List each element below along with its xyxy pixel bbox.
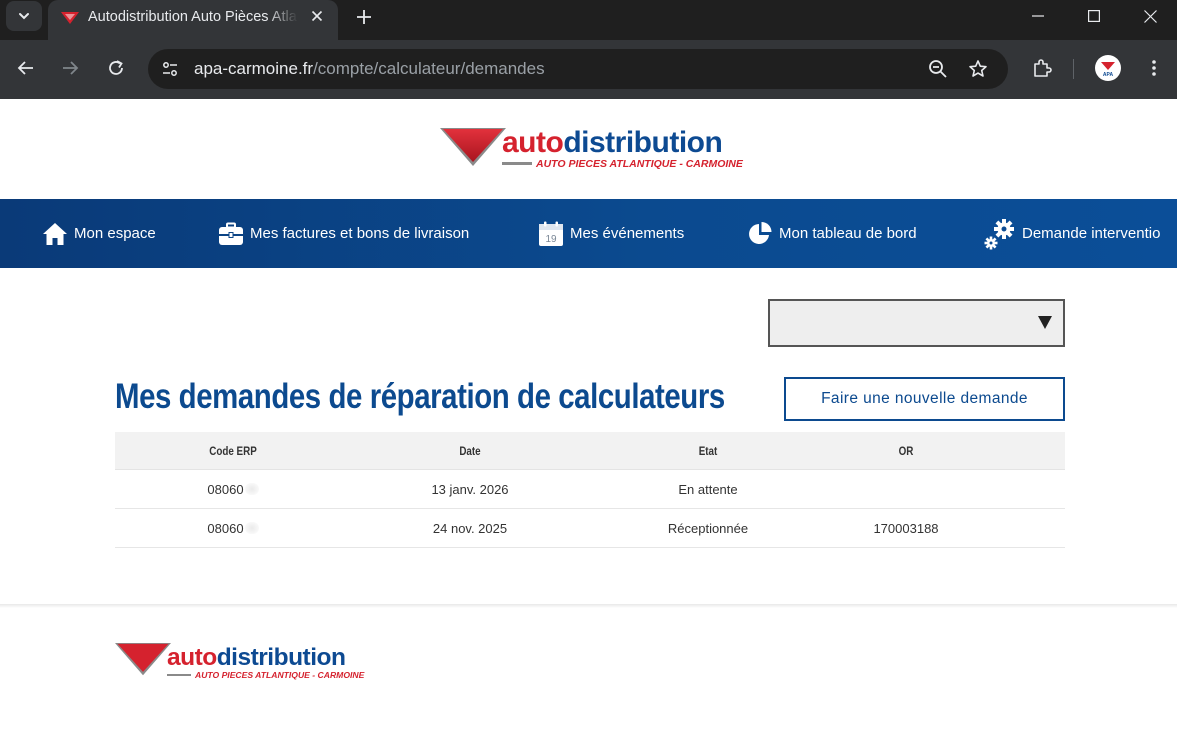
cell-or bbox=[827, 470, 985, 508]
table-row[interactable]: 08060 13 janv. 2026 En attente bbox=[115, 470, 1065, 509]
browser-toolbar: apa-carmoine.fr/compte/calculateur/deman… bbox=[0, 40, 1177, 99]
logo-auto-text: auto bbox=[502, 126, 564, 159]
logo-tagline: AUTO PIECES ATLANTIQUE - CARMOINE bbox=[536, 158, 743, 170]
reload-icon bbox=[109, 60, 123, 75]
extensions-button[interactable] bbox=[1029, 55, 1055, 81]
site-info-button[interactable] bbox=[156, 55, 184, 83]
logo-distribution-text: distribution bbox=[563, 126, 723, 159]
header-date[interactable]: Date bbox=[372, 432, 567, 469]
browser-menu-button[interactable] bbox=[1141, 55, 1167, 81]
nav-label-tableau-de-bord: Mon tableau de bord bbox=[779, 224, 917, 242]
requests-table: Code ERP Date Etat OR 08060 13 janv. 202… bbox=[115, 432, 1065, 548]
footer-logo[interactable]: autodistribution AUTO PIECES ATLANTIQUE … bbox=[115, 641, 375, 683]
logo-underline bbox=[502, 162, 532, 165]
arrow-left-icon bbox=[17, 61, 33, 75]
footer-divider bbox=[0, 604, 1177, 608]
code-erp-value: 08060 bbox=[207, 481, 244, 497]
redacted-blur bbox=[244, 522, 259, 534]
page-title: Mes demandes de réparation de calculateu… bbox=[115, 377, 725, 416]
nav-item-mon-espace[interactable]: Mon espace bbox=[42, 199, 156, 268]
footer-logo-distribution-text: distribution bbox=[216, 644, 346, 671]
arrow-right-icon bbox=[63, 61, 79, 75]
cell-etat: En attente bbox=[678, 481, 738, 497]
cell-date: 24 nov. 2025 bbox=[432, 520, 508, 536]
footer-logo-tagline: AUTO PIECES ATLANTIQUE - CARMOINE bbox=[195, 670, 365, 680]
footer-logo-underline bbox=[167, 674, 191, 676]
site-logo[interactable]: autodistribution AUTO PIECES ATLANTIQUE … bbox=[440, 126, 750, 176]
nav-label-mon-espace: Mon espace bbox=[74, 224, 156, 242]
chevron-down-icon bbox=[19, 13, 29, 20]
nav-item-demande-intervention[interactable]: Demande interventio bbox=[984, 199, 1160, 268]
browser-tab-bar: Autodistribution Auto Pièces Atlantique … bbox=[0, 0, 1177, 40]
cell-code-erp: 08060 bbox=[115, 509, 351, 547]
triangle-down-icon bbox=[1038, 316, 1052, 329]
gears-icon bbox=[984, 217, 1016, 251]
home-icon bbox=[42, 221, 68, 247]
site-favicon-icon bbox=[61, 12, 79, 24]
table-header: Code ERP Date Etat OR bbox=[115, 432, 1065, 470]
header-etat[interactable]: Etat bbox=[610, 432, 805, 469]
maximize-button[interactable] bbox=[1066, 0, 1122, 32]
footer-logo-auto-text: auto bbox=[167, 644, 217, 671]
header-code-erp[interactable]: Code ERP bbox=[136, 432, 330, 469]
bookmark-button[interactable] bbox=[966, 57, 990, 81]
nav-label-factures: Mes factures et bons de livraison bbox=[250, 224, 470, 242]
account-select[interactable] bbox=[768, 299, 1065, 347]
url-host: apa-carmoine.fr bbox=[194, 59, 314, 78]
tab-close-button[interactable] bbox=[306, 5, 328, 27]
logo-chevron-icon bbox=[440, 128, 506, 166]
nav-label-demande-intervention: Demande interventio bbox=[1022, 224, 1161, 242]
close-icon bbox=[1143, 9, 1157, 23]
main-navigation: Mon espace Mes factures et bons de livra… bbox=[0, 199, 1177, 268]
cell-code-erp: 08060 bbox=[115, 470, 351, 508]
nav-item-tableau-de-bord[interactable]: Mon tableau de bord bbox=[747, 199, 917, 268]
plus-icon bbox=[357, 10, 371, 24]
puzzle-icon bbox=[1034, 59, 1052, 77]
url-text: apa-carmoine.fr/compte/calculateur/deman… bbox=[194, 59, 545, 79]
maximize-icon bbox=[1088, 10, 1100, 22]
table-row[interactable]: 08060 24 nov. 2025 Réceptionnée 17000318… bbox=[115, 509, 1065, 548]
zoom-button[interactable] bbox=[926, 57, 950, 81]
window-close-button[interactable] bbox=[1122, 0, 1177, 32]
pie-chart-icon bbox=[747, 221, 773, 247]
svg-text:APA: APA bbox=[1103, 72, 1114, 78]
tab-search-button[interactable] bbox=[6, 1, 42, 31]
minimize-icon bbox=[1032, 15, 1044, 17]
browser-tab[interactable]: Autodistribution Auto Pièces Atlantique … bbox=[48, 0, 338, 40]
star-icon bbox=[969, 60, 987, 77]
zoom-out-icon bbox=[929, 60, 947, 78]
svg-text:19: 19 bbox=[545, 234, 557, 245]
calendar-icon: 19 bbox=[538, 221, 564, 247]
minimize-button[interactable] bbox=[1010, 0, 1066, 32]
redacted-blur bbox=[244, 483, 259, 495]
cell-etat: Réceptionnée bbox=[667, 520, 749, 536]
apa-logo-icon: APA bbox=[1101, 62, 1115, 78]
site-header: autodistribution AUTO PIECES ATLANTIQUE … bbox=[0, 99, 1177, 199]
briefcase-icon bbox=[218, 221, 244, 247]
nav-label-evenements: Mes événements bbox=[570, 224, 685, 242]
tune-icon bbox=[163, 62, 177, 76]
new-request-button[interactable]: Faire une nouvelle demande bbox=[784, 377, 1065, 421]
nav-item-evenements[interactable]: 19 Mes événements bbox=[538, 199, 684, 268]
profile-avatar[interactable]: APA bbox=[1095, 55, 1121, 81]
toolbar-separator bbox=[1073, 59, 1074, 79]
header-or[interactable]: OR bbox=[841, 432, 971, 469]
address-bar[interactable]: apa-carmoine.fr/compte/calculateur/deman… bbox=[148, 49, 1008, 89]
nav-item-factures[interactable]: Mes factures et bons de livraison bbox=[218, 199, 469, 268]
cell-date: 13 janv. 2026 bbox=[431, 481, 509, 497]
close-icon bbox=[311, 10, 323, 22]
logo-chevron-icon bbox=[115, 643, 171, 676]
forward-button[interactable] bbox=[55, 53, 85, 83]
new-tab-button[interactable] bbox=[350, 3, 378, 31]
more-vertical-icon bbox=[1152, 60, 1156, 76]
web-page: autodistribution AUTO PIECES ATLANTIQUE … bbox=[0, 99, 1177, 733]
tab-title: Autodistribution Auto Pièces Atlantique … bbox=[88, 9, 298, 25]
code-erp-value: 08060 bbox=[207, 520, 244, 536]
url-path: /compte/calculateur/demandes bbox=[313, 59, 545, 78]
reload-button[interactable] bbox=[101, 53, 131, 83]
back-button[interactable] bbox=[11, 53, 41, 83]
cell-or: 170003188 bbox=[873, 520, 939, 536]
